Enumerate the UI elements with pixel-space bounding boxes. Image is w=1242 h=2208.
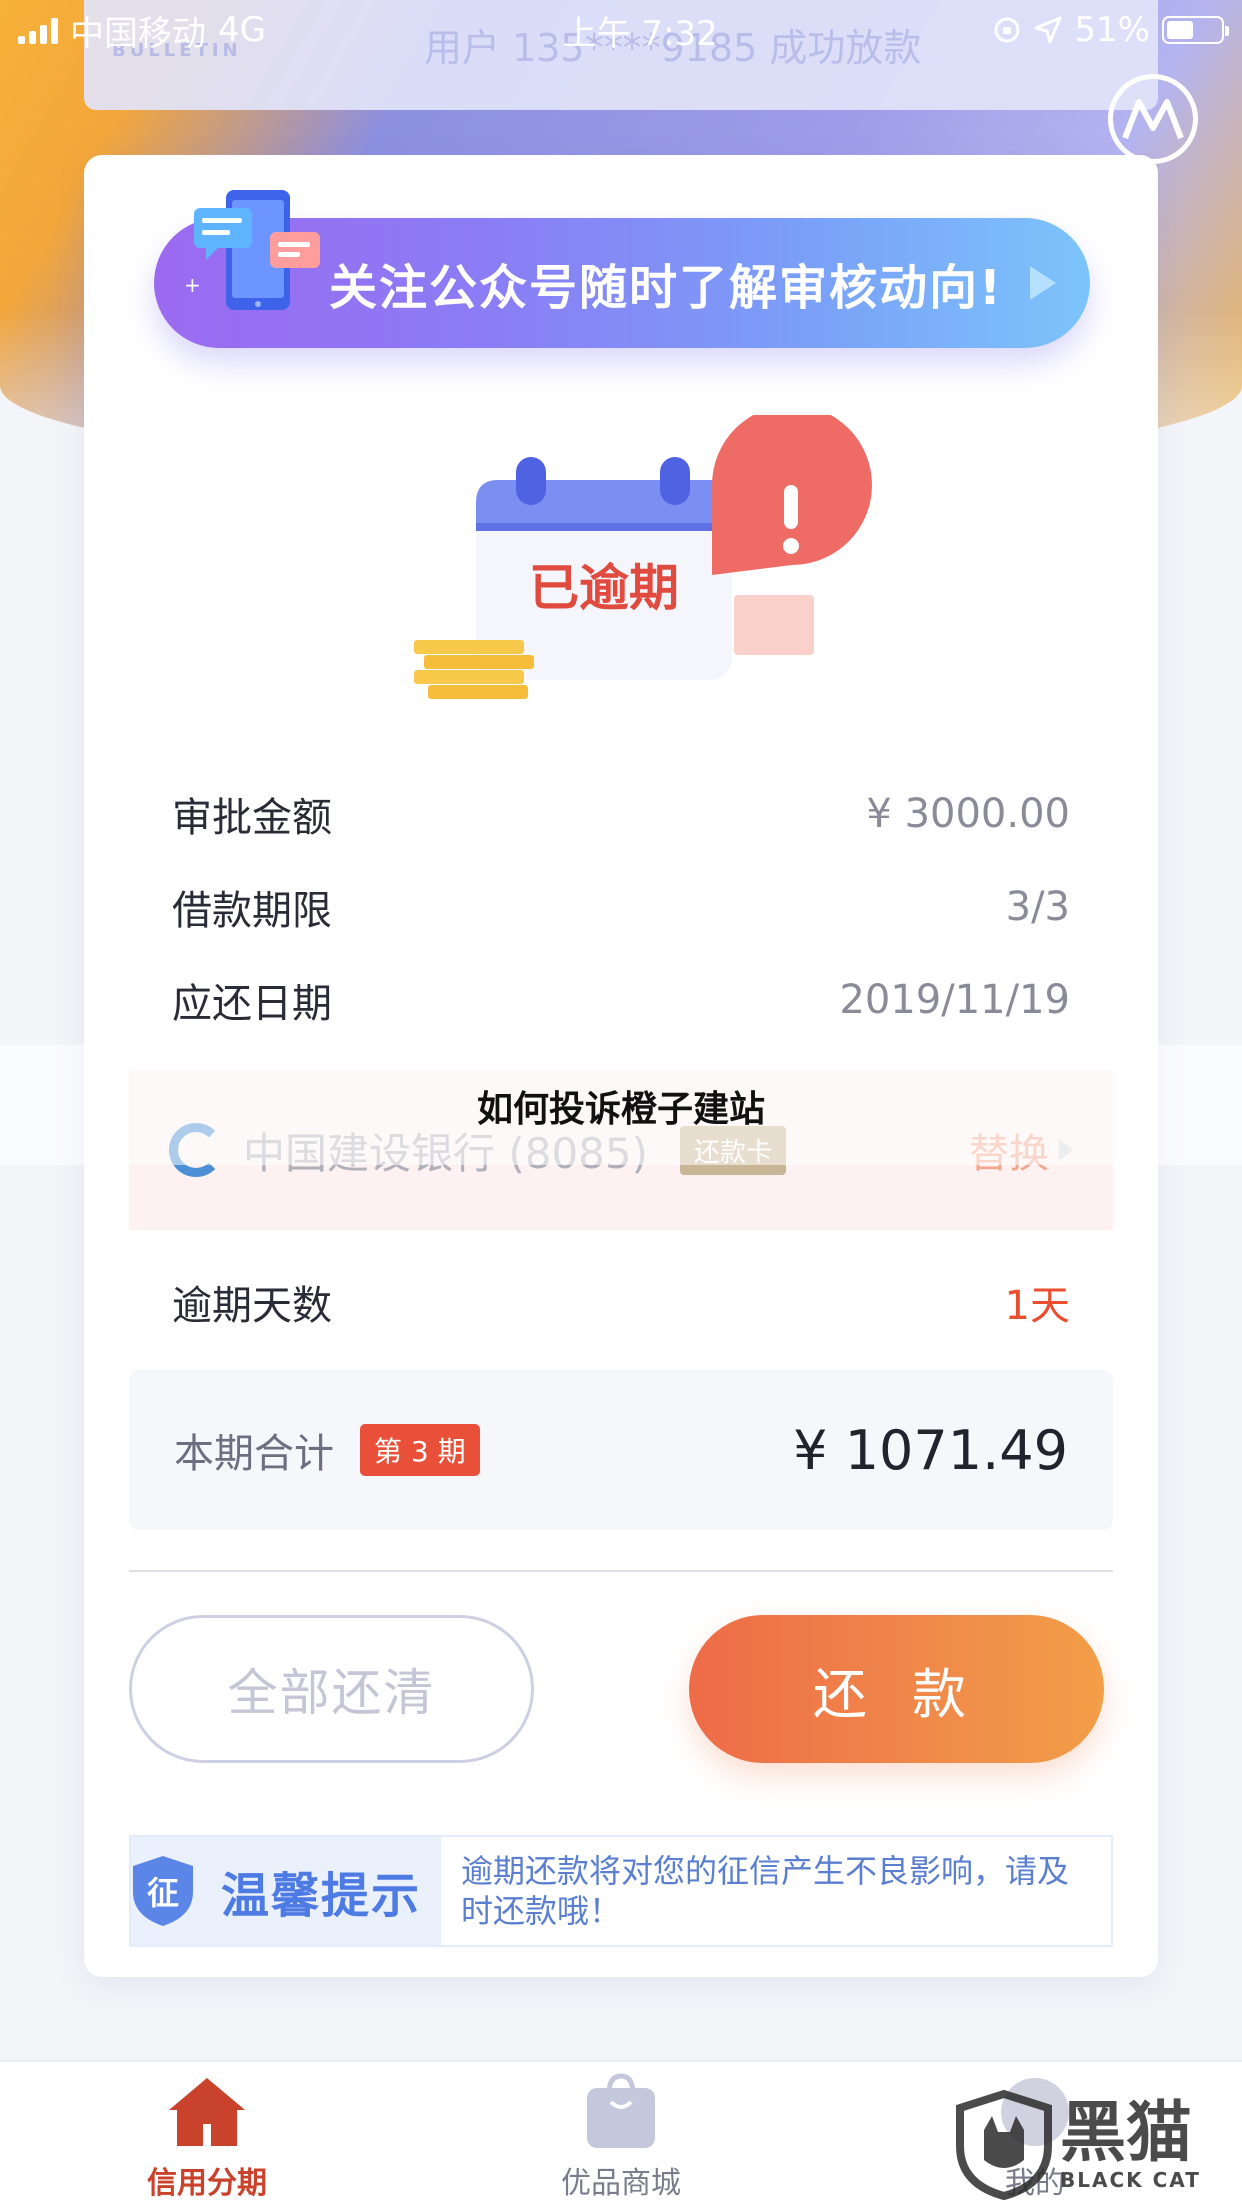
black-cat-watermark: 黑猫 BLACK CAT: [954, 2085, 1234, 2205]
approved-amount-row: 审批金额 ¥ 3000.00: [172, 785, 1070, 843]
follow-official-account-banner[interactable]: + + 关注公众号随时了解审核动向!: [154, 190, 1090, 348]
svg-text:+: +: [314, 191, 331, 215]
status-right: 51%: [992, 10, 1229, 50]
divider: [129, 1570, 1113, 1572]
loan-term-value: 3/3: [1005, 884, 1070, 930]
due-date-row: 应还日期 2019/11/19: [172, 971, 1070, 1029]
app-logo-icon[interactable]: [1108, 74, 1198, 164]
due-date-label: 应还日期: [172, 981, 332, 1027]
tip-badge-char: 征: [147, 1874, 179, 1912]
pay-all-button[interactable]: 全部还清: [129, 1615, 534, 1763]
overdue-days-label: 逾期天数: [172, 1283, 332, 1329]
battery-percent: 51%: [1074, 10, 1150, 50]
overdue-badge-text: 已逾期: [529, 559, 679, 617]
loan-term-label: 借款期限: [172, 888, 332, 934]
tip-header: 征 温馨提示: [131, 1837, 441, 1945]
tab-credit-installment[interactable]: 信用分期: [0, 2062, 414, 2208]
approved-amount-value: ¥ 3000.00: [866, 791, 1070, 837]
approved-amount-label: 审批金额: [172, 795, 332, 841]
black-cat-shield-icon: [956, 2090, 1052, 2200]
home-icon: [169, 2078, 245, 2146]
warm-tip-box: 征 温馨提示 逾期还款将对您的征信产生不良影响，请及时还款哦！: [129, 1835, 1113, 1947]
location-icon: [1034, 16, 1062, 44]
period-badge: 第 3 期: [360, 1424, 480, 1476]
status-bar: 中国移动 4G 上午 7:32 51%: [0, 0, 1242, 60]
battery-icon: [1162, 16, 1229, 44]
black-cat-en: BLACK CAT: [1060, 2168, 1201, 2192]
overdue-calendar-illustration: 已逾期: [414, 415, 872, 699]
banner-arrow-icon: [1030, 266, 1056, 300]
repay-button[interactable]: 还 款: [689, 1615, 1104, 1763]
shopping-bag-icon: [587, 2073, 655, 2148]
total-amount: ¥ 1071.49: [793, 1418, 1068, 1482]
overdue-days-value: 1天: [1004, 1283, 1070, 1329]
phone-chat-icon: + +: [184, 190, 331, 310]
tip-body: 逾期还款将对您的征信产生不良影响，请及时还款哦！: [461, 1852, 1070, 1930]
svg-text:+: +: [184, 273, 201, 297]
tab-mall[interactable]: 优品商城: [414, 2062, 828, 2208]
orientation-lock-icon: [994, 17, 1020, 43]
due-date-value: 2019/11/19: [839, 977, 1070, 1023]
tip-title: 温馨提示: [221, 1868, 422, 1924]
loan-term-row: 借款期限 3/3: [172, 878, 1070, 936]
tab-label-mall: 优品商城: [561, 2166, 681, 2201]
network-label: 4G: [218, 10, 266, 50]
overdue-days-row: 逾期天数 1天: [172, 1273, 1070, 1331]
current-total-box: 本期合计 第 3 期 ¥ 1071.49: [129, 1370, 1113, 1530]
total-label: 本期合计: [174, 1431, 334, 1477]
watermark-title: 如何投诉橙子建站: [476, 1089, 765, 1130]
signal-icon: [18, 16, 58, 44]
clock: 上午 7:32: [562, 13, 718, 54]
carrier-label: 中国移动: [70, 13, 206, 54]
tab-label-credit-installment: 信用分期: [147, 2166, 267, 2201]
banner-text: 关注公众号随时了解审核动向!: [329, 260, 1003, 316]
black-cat-text: 黑猫 BLACK CAT: [1060, 2094, 1201, 2193]
black-cat-cn: 黑猫: [1060, 2094, 1192, 2171]
credit-shield-icon: 征: [133, 1856, 193, 1926]
